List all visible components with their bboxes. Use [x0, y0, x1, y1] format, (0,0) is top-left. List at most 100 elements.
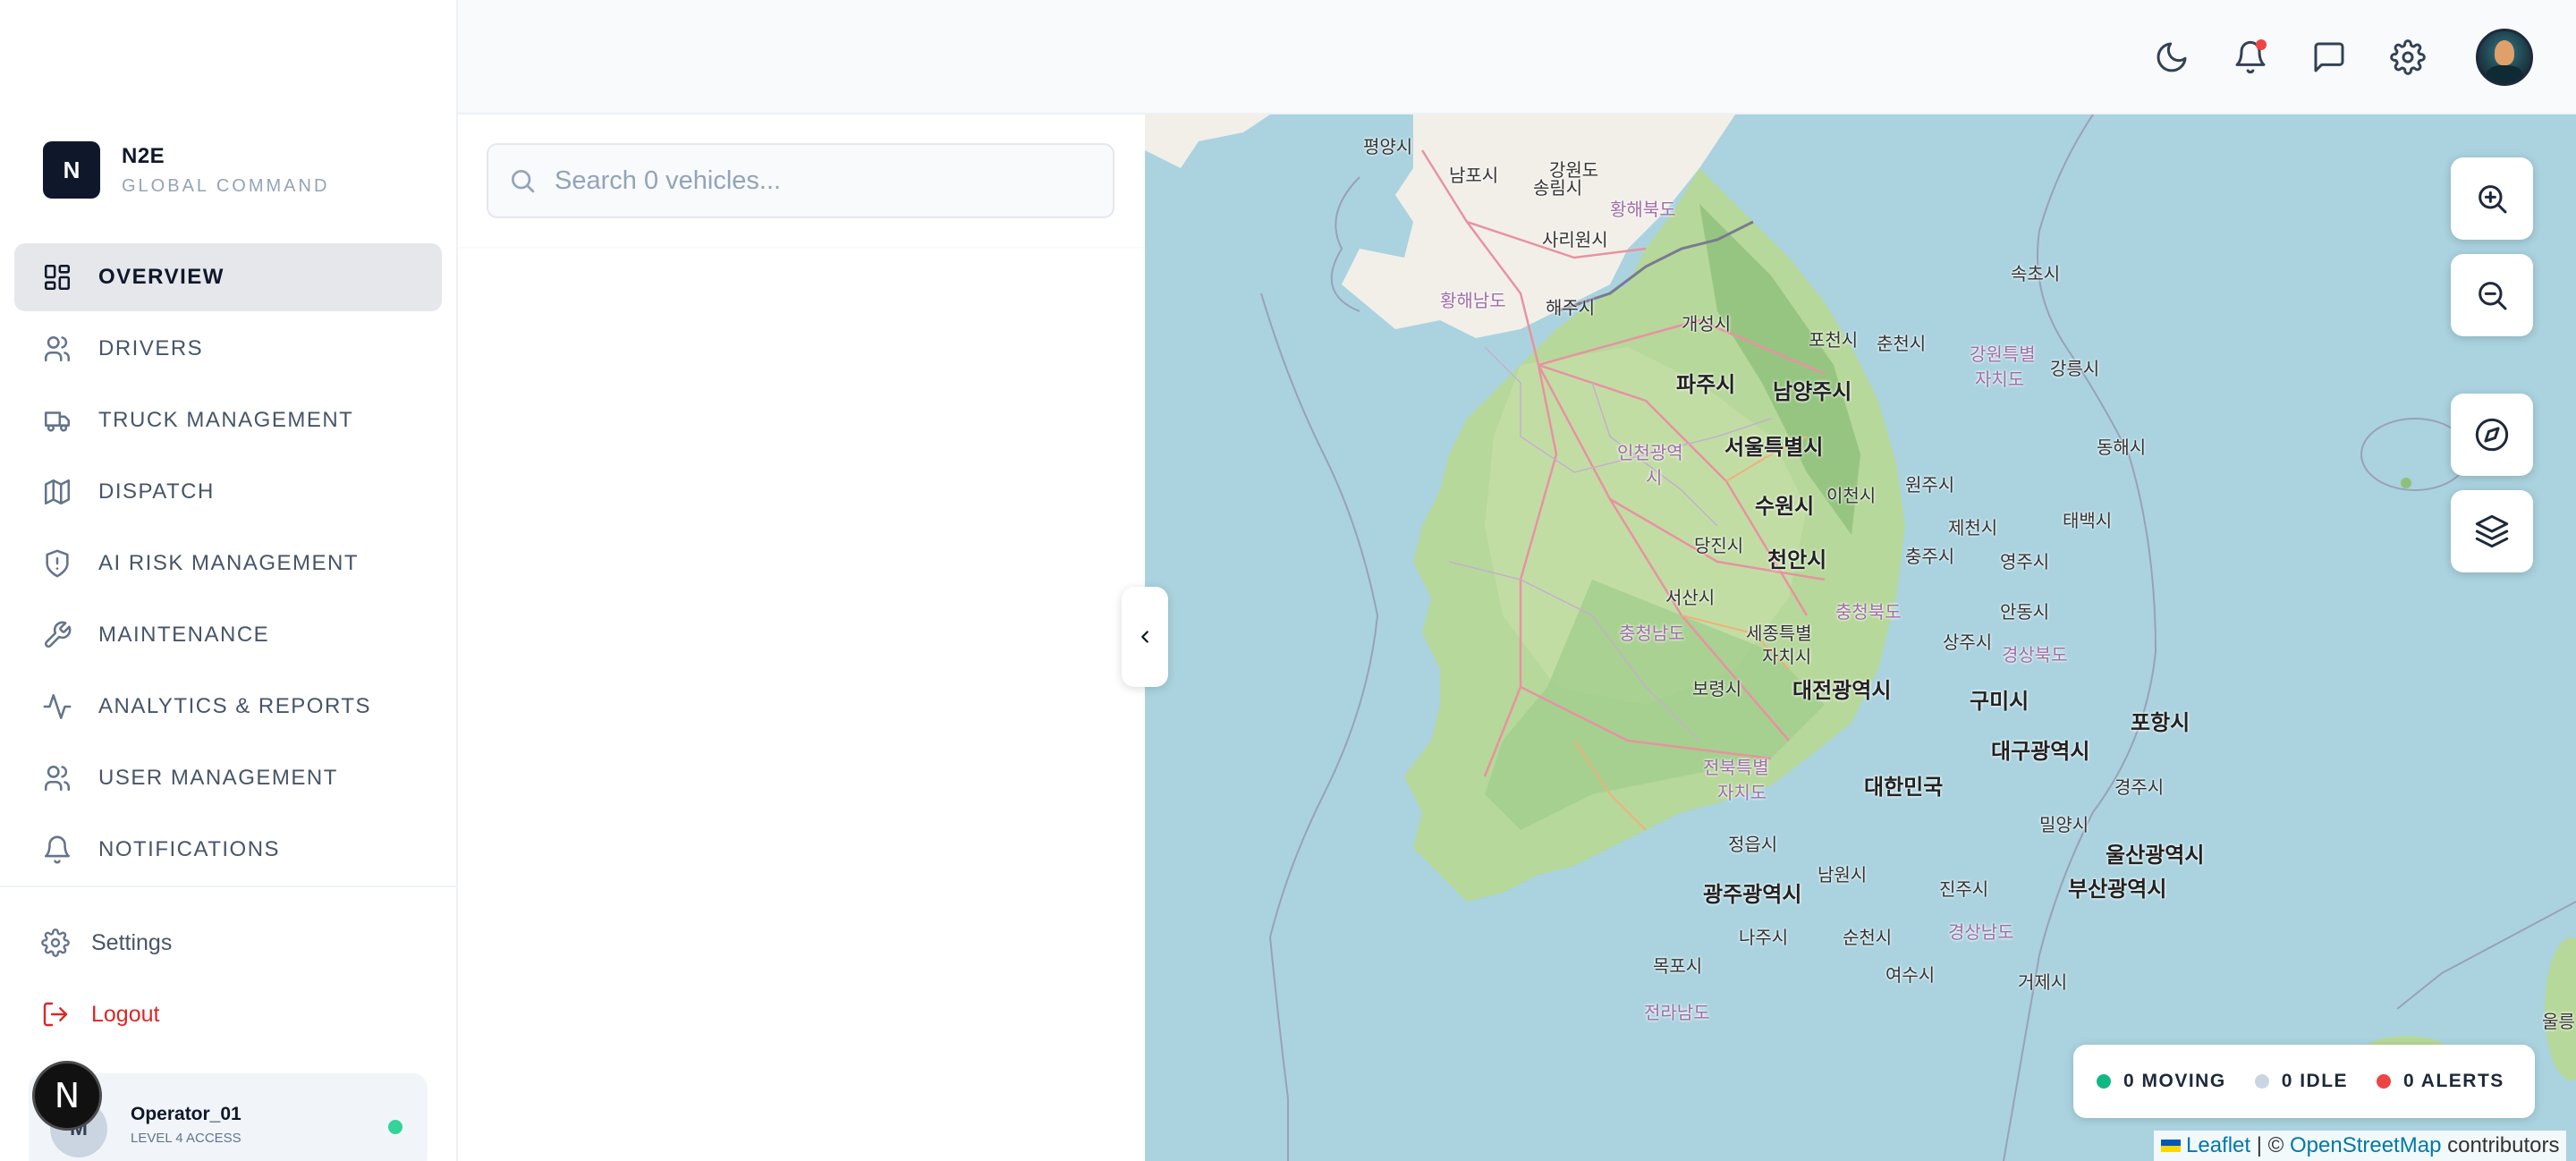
- map-label: 상주시: [1943, 631, 1993, 653]
- shield-alert-icon: [41, 547, 73, 580]
- layers-icon: [2475, 514, 2509, 548]
- gear-icon: [2390, 39, 2426, 75]
- map-label: 부산광역시: [2068, 877, 2167, 902]
- search-input[interactable]: [555, 165, 1091, 196]
- n-dev-badge[interactable]: N: [32, 1061, 102, 1131]
- logout-label: Logout: [91, 1001, 160, 1027]
- zoom-in-button[interactable]: [2451, 157, 2533, 240]
- logout-link[interactable]: Logout: [41, 1000, 159, 1029]
- sidebar-item-maintenance[interactable]: MAINTENANCE: [14, 601, 442, 669]
- map-label: 충주시: [1905, 546, 1955, 567]
- settings-button[interactable]: [2385, 34, 2431, 81]
- map-label: 자치도: [1717, 782, 1767, 803]
- recenter-button[interactable]: [2451, 394, 2533, 476]
- sidebar-divider: [0, 886, 458, 887]
- osm-link[interactable]: OpenStreetMap: [2290, 1133, 2441, 1158]
- map-label: 울산광역시: [2106, 843, 2205, 868]
- map-label: 진주시: [1939, 878, 1989, 900]
- brand[interactable]: N N2E GLOBAL COMMAND: [43, 141, 329, 199]
- map-label: 제천시: [1948, 517, 1998, 538]
- map-label: 충청남도: [1619, 623, 1685, 644]
- legend-alerts: 0 ALERTS: [2377, 1071, 2504, 1092]
- map-label: 정읍시: [1728, 834, 1778, 855]
- brand-text: N2E GLOBAL COMMAND: [122, 144, 329, 197]
- map-label: 이천시: [1826, 485, 1877, 506]
- map-label: 대한민국: [1864, 775, 1944, 800]
- sidebar-item-label: OVERVIEW: [98, 265, 225, 289]
- bell-icon: [41, 834, 73, 866]
- map-label: 파주시: [1676, 372, 1736, 397]
- leaflet-link[interactable]: Leaflet: [2186, 1133, 2250, 1158]
- map-label: 서산시: [1665, 587, 1716, 608]
- chevron-left-icon: [1141, 631, 1148, 643]
- map-label: 시: [1646, 467, 1663, 488]
- sidebar: N N2E GLOBAL COMMAND OVERVIEW DRIVERS TR…: [0, 0, 458, 1161]
- sidebar-item-label: ANALYTICS & REPORTS: [98, 694, 372, 718]
- sidebar-item-notifications[interactable]: NOTIFICATIONS: [14, 816, 442, 884]
- map-label: 목포시: [1653, 955, 1703, 977]
- map-view[interactable]: 평양시 강원도 남포시 송림시 황해북도 사리원시 황해남도 해주시 개성시 속…: [1145, 114, 2576, 1161]
- dashboard-grid-icon: [41, 261, 73, 293]
- map-label: 전라남도: [1644, 1002, 1710, 1023]
- theme-toggle-button[interactable]: [2148, 34, 2195, 81]
- wrench-icon: [41, 619, 73, 651]
- search-icon: [512, 170, 535, 193]
- map-label: 자치시: [1762, 646, 1812, 667]
- sidebar-item-truck-management[interactable]: TRUCK MANAGEMENT: [14, 386, 442, 454]
- map-label: 울릉: [2542, 1011, 2575, 1032]
- brand-name: N2E: [122, 143, 165, 168]
- sidebar-item-ai-risk-management[interactable]: AI RISK MANAGEMENT: [14, 530, 442, 597]
- status-dot: [2097, 1074, 2111, 1089]
- sidebar-item-user-management[interactable]: USER MANAGEMENT: [14, 744, 442, 812]
- map-label: 밀양시: [2039, 814, 2089, 835]
- compass-icon: [2475, 418, 2509, 452]
- settings-link[interactable]: Settings: [41, 928, 172, 957]
- ukraine-flag-icon: [2161, 1140, 2181, 1152]
- sidebar-item-label: USER MANAGEMENT: [98, 766, 338, 790]
- map-label: 강릉시: [2050, 358, 2100, 379]
- legend-label: 0 ALERTS: [2403, 1071, 2504, 1091]
- map-label: 강원특별: [1970, 343, 2036, 365]
- map-label: 전북특별: [1703, 757, 1769, 778]
- map-label: 평양시: [1363, 136, 1413, 157]
- map-label: 동해시: [2097, 436, 2147, 458]
- legend-idle: 0 IDLE: [2254, 1071, 2349, 1092]
- sidebar-item-analytics-reports[interactable]: ANALYTICS & REPORTS: [14, 673, 442, 741]
- user-role: LEVEL 4 ACCESS: [131, 1131, 242, 1146]
- legend-label: 0 IDLE: [2281, 1071, 2349, 1091]
- zoom-out-button[interactable]: [2451, 254, 2533, 336]
- map-label: 춘천시: [1877, 333, 1927, 354]
- korea-map-tiles: [1145, 114, 2576, 1161]
- map-label: 태백시: [2063, 510, 2113, 531]
- vehicle-status-legend: 0 MOVING 0 IDLE 0 ALERTS: [2073, 1045, 2535, 1118]
- layers-button[interactable]: [2451, 490, 2533, 572]
- map-attribution: Leaflet | © OpenStreetMap contributors: [2154, 1131, 2567, 1161]
- map-label: 천안시: [1767, 547, 1827, 572]
- sidebar-item-label: AI RISK MANAGEMENT: [98, 551, 360, 575]
- sidebar-item-drivers[interactable]: DRIVERS: [14, 315, 442, 383]
- online-status-dot: [388, 1120, 402, 1134]
- map-label: 송림시: [1533, 177, 1583, 199]
- sidebar-item-dispatch[interactable]: DISPATCH: [14, 458, 442, 526]
- status-dot: [2254, 1074, 2269, 1089]
- map-label: 해주시: [1546, 297, 1596, 318]
- map-label: 영주시: [2000, 551, 2050, 572]
- activity-icon: [41, 691, 73, 723]
- map-label: 거제시: [2018, 971, 2068, 993]
- sidebar-item-overview[interactable]: OVERVIEW: [14, 243, 442, 311]
- messages-button[interactable]: [2306, 34, 2352, 81]
- map-label: 사리원시: [1542, 229, 1608, 250]
- map-label: 당진시: [1694, 535, 1744, 556]
- notifications-button[interactable]: [2227, 34, 2274, 81]
- gear-icon: [41, 928, 70, 957]
- profile-avatar[interactable]: [2476, 29, 2533, 86]
- avatar-face: [2495, 40, 2514, 65]
- message-square-icon: [2314, 42, 2344, 72]
- status-dot: [2377, 1074, 2392, 1089]
- panel-divider: [458, 247, 1145, 249]
- collapse-panel-button[interactable]: [1122, 587, 1168, 687]
- vehicle-search[interactable]: [487, 143, 1114, 218]
- truck-icon: [41, 404, 73, 436]
- avatar-body: [2486, 65, 2523, 83]
- map-label: 경상남도: [1948, 921, 2014, 943]
